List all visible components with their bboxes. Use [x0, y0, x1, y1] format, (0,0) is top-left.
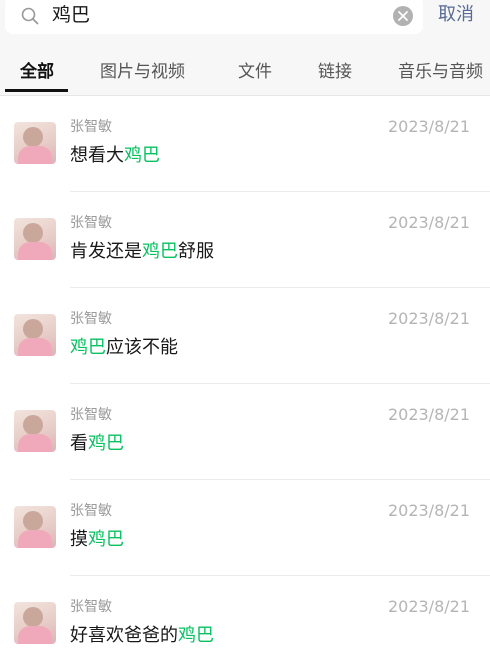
keyword-highlight: 鸡巴 — [88, 433, 124, 454]
cancel-button[interactable]: 取消 — [438, 0, 474, 32]
tab-music-audio[interactable]: 音乐与音频 — [398, 54, 483, 90]
result-item[interactable]: 张智敏 2023/8/21 肯发还是鸡巴舒服 — [0, 192, 490, 288]
tab-images-videos[interactable]: 图片与视频 — [100, 54, 185, 90]
keyword-highlight: 鸡巴 — [124, 145, 160, 166]
sender-name: 张智敏 — [70, 311, 112, 327]
message-date: 2023/8/21 — [387, 501, 470, 520]
keyword-highlight: 鸡巴 — [70, 337, 106, 358]
message-text: 鸡巴应该不能 — [70, 336, 178, 360]
message-fragment: 舒服 — [178, 241, 214, 262]
result-item[interactable]: 张智敏 2023/8/21 摸鸡巴 — [0, 480, 490, 576]
avatar — [14, 410, 56, 452]
sender-name: 张智敏 — [70, 407, 112, 423]
sender-name: 张智敏 — [70, 503, 112, 519]
search-query[interactable]: 鸡巴 — [52, 0, 90, 34]
search-header: 鸡巴 取消 全部 图片与视频 文件 链接 音乐与音频 — [0, 0, 490, 96]
message-fragment: 摸 — [70, 529, 88, 550]
result-item[interactable]: 张智敏 2023/8/21 好喜欢爸爸的鸡巴 — [0, 576, 490, 653]
tab-all[interactable]: 全部 — [20, 54, 54, 90]
message-fragment: 好喜欢爸爸的 — [70, 625, 178, 646]
result-item[interactable]: 张智敏 2023/8/21 鸡巴应该不能 — [0, 288, 490, 384]
category-tabs: 全部 图片与视频 文件 链接 音乐与音频 — [0, 54, 490, 90]
message-fragment: 看 — [70, 433, 88, 454]
avatar — [14, 602, 56, 644]
keyword-highlight: 鸡巴 — [88, 529, 124, 550]
sender-name: 张智敏 — [70, 119, 112, 135]
avatar — [14, 314, 56, 356]
sender-name: 张智敏 — [70, 599, 112, 615]
avatar — [14, 122, 56, 164]
message-text: 想看大鸡巴 — [70, 144, 160, 168]
search-input[interactable]: 鸡巴 — [5, 0, 423, 34]
keyword-highlight: 鸡巴 — [142, 241, 178, 262]
message-date: 2023/8/21 — [387, 597, 470, 616]
avatar — [14, 506, 56, 548]
message-text: 肯发还是鸡巴舒服 — [70, 240, 214, 264]
clear-icon[interactable] — [393, 6, 413, 26]
search-results-list: 张智敏 2023/8/21 想看大鸡巴 张智敏 2023/8/21 肯发还是鸡巴舒服 张智敏… — [0, 96, 490, 653]
message-date: 2023/8/21 — [387, 213, 470, 232]
active-tab-indicator — [5, 89, 68, 92]
message-text: 看鸡巴 — [70, 432, 124, 456]
message-fragment: 肯发还是 — [70, 241, 142, 262]
tab-files[interactable]: 文件 — [238, 54, 272, 90]
message-fragment: 想看大 — [70, 145, 124, 166]
keyword-highlight: 鸡巴 — [178, 625, 214, 646]
message-date: 2023/8/21 — [387, 117, 470, 136]
avatar — [14, 218, 56, 260]
message-date: 2023/8/21 — [387, 405, 470, 424]
sender-name: 张智敏 — [70, 215, 112, 231]
search-icon — [21, 7, 39, 25]
message-text: 摸鸡巴 — [70, 528, 124, 552]
result-item[interactable]: 张智敏 2023/8/21 看鸡巴 — [0, 384, 490, 480]
message-date: 2023/8/21 — [387, 309, 470, 328]
message-text: 好喜欢爸爸的鸡巴 — [70, 624, 214, 648]
result-item[interactable]: 张智敏 2023/8/21 想看大鸡巴 — [0, 96, 490, 192]
tab-links[interactable]: 链接 — [318, 54, 352, 90]
message-fragment: 应该不能 — [106, 337, 178, 358]
